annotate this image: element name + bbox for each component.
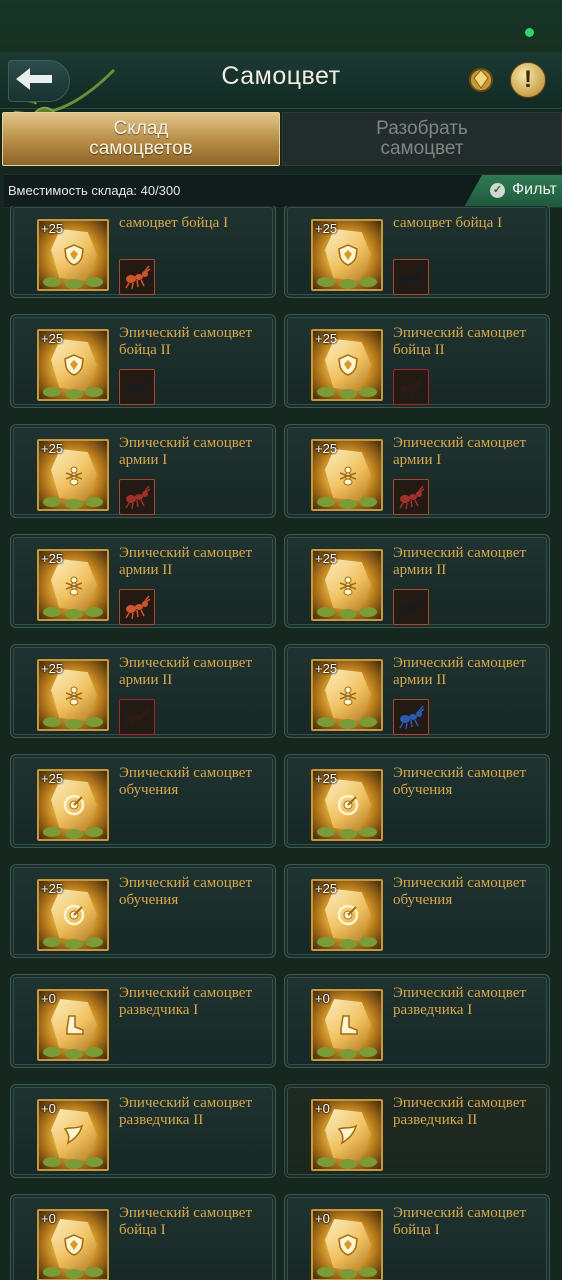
gem-card[interactable]: +0 Эпический самоцвет разведчика II bbox=[284, 1084, 550, 1178]
gem-level: +25 bbox=[315, 441, 338, 456]
gem-card[interactable]: +0 Эпический самоцвет бойца I bbox=[10, 1194, 276, 1280]
gem-card[interactable]: +0 Эпический самоцвет разведчика II bbox=[10, 1084, 276, 1178]
gem-name: Эпический самоцвет армии II bbox=[119, 655, 253, 688]
gem-card[interactable]: +25 Эпический самоцвет армии II bbox=[284, 644, 550, 738]
equipped-unit-icon[interactable] bbox=[119, 259, 155, 295]
gem-level: +25 bbox=[315, 221, 338, 236]
gem-card[interactable]: +25 Эпический самоцвет армии I bbox=[10, 424, 276, 518]
gem-level: +25 bbox=[41, 221, 64, 236]
gem-name: Эпический самоцвет бойца II bbox=[393, 325, 527, 358]
gem-level: +25 bbox=[41, 331, 64, 346]
tab-gem-storage-label: Склад самоцветов bbox=[89, 118, 193, 159]
gem-name: Эпический самоцвет разведчика II bbox=[393, 1095, 527, 1128]
equipped-unit-icon[interactable] bbox=[119, 699, 155, 735]
gem-card[interactable]: +25 Эпический самоцвет армии II bbox=[10, 534, 276, 628]
gem-name: Эпический самоцвет разведчика I bbox=[119, 985, 253, 1018]
status-indicator-icon bbox=[525, 28, 534, 37]
gem-name: Эпический самоцвет армии II bbox=[393, 545, 527, 578]
gem-name: Эпический самоцвет армии I bbox=[119, 435, 253, 468]
header: Самоцвет ! bbox=[0, 52, 562, 116]
equipped-unit-icon[interactable] bbox=[393, 479, 429, 515]
gem-level: +0 bbox=[315, 991, 330, 1006]
gem-level: +0 bbox=[315, 1211, 330, 1226]
gem-name: Эпический самоцвет разведчика II bbox=[119, 1095, 253, 1128]
gem-name: Эпический самоцвет бойца I bbox=[393, 1205, 527, 1238]
gem-card[interactable]: +25 Эпический самоцвет армии I bbox=[284, 424, 550, 518]
gem-level: +25 bbox=[41, 441, 64, 456]
equipped-unit-icon[interactable] bbox=[119, 369, 155, 405]
equipped-unit-icon[interactable] bbox=[393, 699, 429, 735]
storage-capacity-text: Вместимость склада: 40/300 bbox=[8, 183, 181, 198]
status-bar bbox=[0, 0, 562, 52]
gem-level: +25 bbox=[41, 771, 64, 786]
gem-card[interactable]: +25 самоцвет бойца I bbox=[10, 206, 276, 298]
gem-name: Эпический самоцвет армии II bbox=[119, 545, 253, 578]
gem-card[interactable]: +25 Эпический самоцвет бойца II bbox=[284, 314, 550, 408]
gem-level: +25 bbox=[315, 331, 338, 346]
gem-name: самоцвет бойца I bbox=[119, 215, 229, 231]
gem-level: +0 bbox=[41, 991, 56, 1006]
filter-label: Фильт bbox=[512, 181, 557, 198]
info-button[interactable]: ! bbox=[510, 62, 546, 98]
gem-card[interactable]: +25 Эпический самоцвет армии II bbox=[284, 534, 550, 628]
gem-level: +0 bbox=[41, 1101, 56, 1116]
gem-name: самоцвет бойца I bbox=[393, 215, 503, 231]
tab-gem-storage[interactable]: Склад самоцветов bbox=[2, 112, 280, 166]
gem-card[interactable]: +25 Эпический самоцвет бойца II bbox=[10, 314, 276, 408]
filter-button[interactable]: ✓ Фильт bbox=[464, 175, 562, 207]
gem-name: Эпический самоцвет обучения bbox=[393, 765, 527, 798]
tab-disassemble-gem-label: Разобрать самоцвет bbox=[376, 118, 468, 159]
gem-name: Эпический самоцвет обучения bbox=[393, 875, 527, 908]
gem-card[interactable]: +0 Эпический самоцвет разведчика I bbox=[10, 974, 276, 1068]
gem-card[interactable]: +25 Эпический самоцвет обучения bbox=[10, 754, 276, 848]
tab-bar: Склад самоцветов Разобрать самоцвет bbox=[0, 112, 562, 166]
gem-name: Эпический самоцвет бойца I bbox=[119, 1205, 253, 1238]
gem-level: +0 bbox=[41, 1211, 56, 1226]
gem-card[interactable]: +25 самоцвет бойца I bbox=[284, 206, 550, 298]
gem-name: Эпический самоцвет бойца II bbox=[119, 325, 253, 358]
tab-disassemble-gem[interactable]: Разобрать самоцвет bbox=[282, 112, 562, 166]
equipped-unit-icon[interactable] bbox=[393, 369, 429, 405]
equipped-unit-icon[interactable] bbox=[119, 479, 155, 515]
equipped-unit-icon[interactable] bbox=[393, 589, 429, 625]
equipped-unit-icon[interactable] bbox=[393, 259, 429, 295]
gem-level: +0 bbox=[315, 1101, 330, 1116]
gem-card[interactable]: +0 Эпический самоцвет бойца I bbox=[284, 1194, 550, 1280]
gem-card[interactable]: +25 Эпический самоцвет обучения bbox=[284, 864, 550, 958]
gem-name: Эпический самоцвет армии II bbox=[393, 655, 527, 688]
gem-name: Эпический самоцвет армии I bbox=[393, 435, 527, 468]
gem-card[interactable]: +25 Эпический самоцвет обучения bbox=[284, 754, 550, 848]
gem-level: +25 bbox=[315, 881, 338, 896]
check-icon: ✓ bbox=[490, 183, 505, 198]
gem-level: +25 bbox=[315, 661, 338, 676]
gem-list[interactable]: +25 самоцвет бойца I +25 самоцвет бойца I +2… bbox=[0, 206, 562, 1280]
gem-level: +25 bbox=[41, 661, 64, 676]
gem-name: Эпический самоцвет обучения bbox=[119, 765, 253, 798]
gem-card[interactable]: +0 Эпический самоцвет разведчика I bbox=[284, 974, 550, 1068]
gem-name: Эпический самоцвет обучения bbox=[119, 875, 253, 908]
gem-level: +25 bbox=[41, 881, 64, 896]
gem-name: Эпический самоцвет разведчика I bbox=[393, 985, 527, 1018]
gem-bag-icon[interactable] bbox=[466, 64, 496, 94]
gem-level: +25 bbox=[41, 551, 64, 566]
gem-card[interactable]: +25 Эпический самоцвет армии II bbox=[10, 644, 276, 738]
equipped-unit-icon[interactable] bbox=[119, 589, 155, 625]
capacity-bar: Вместимость склада: 40/300 ✓ Фильт bbox=[4, 174, 562, 208]
gem-level: +25 bbox=[315, 551, 338, 566]
gem-level: +25 bbox=[315, 771, 338, 786]
gem-card[interactable]: +25 Эпический самоцвет обучения bbox=[10, 864, 276, 958]
